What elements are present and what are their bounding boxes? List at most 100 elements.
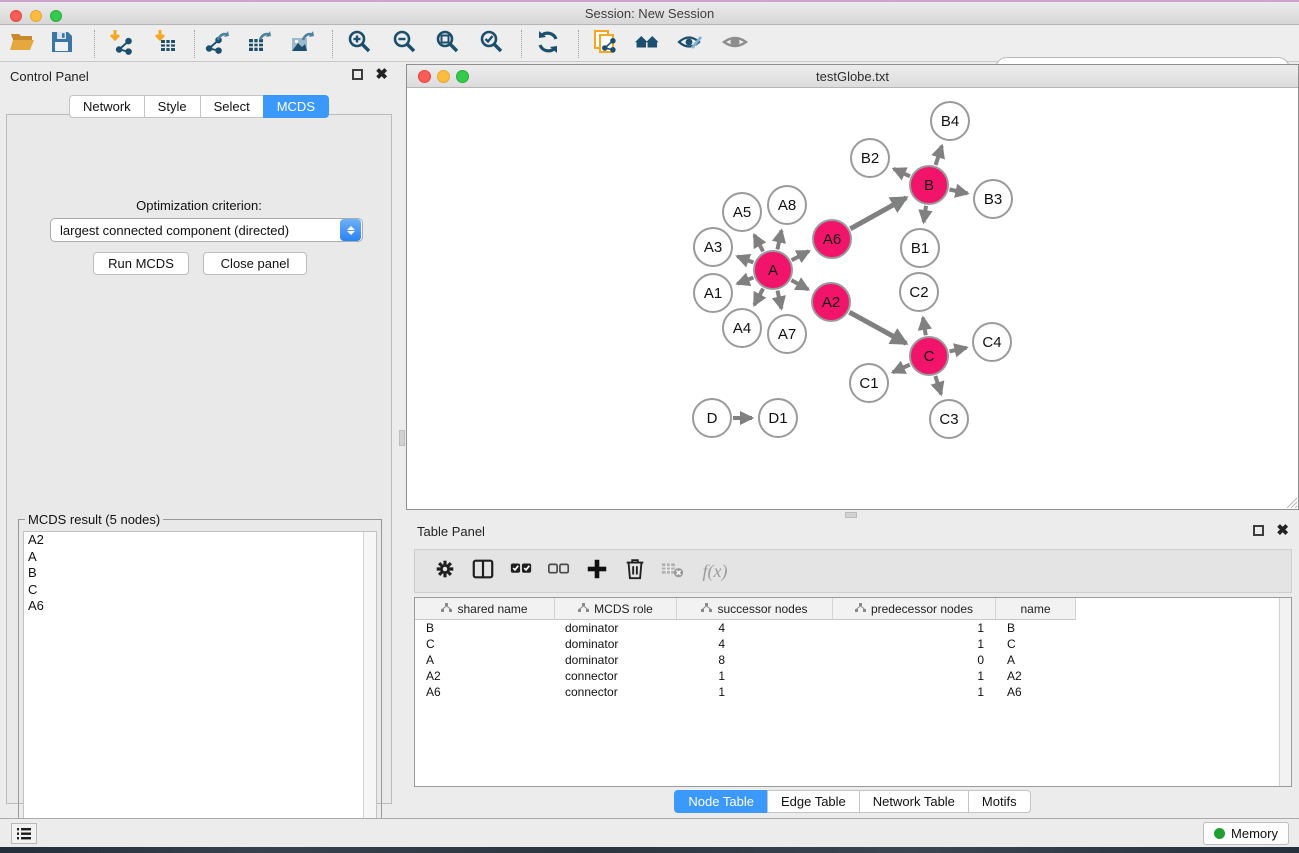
task-history-button[interactable] <box>11 823 37 844</box>
run-mcds-button[interactable]: Run MCDS <box>93 252 189 275</box>
close-panel-icon[interactable]: ✖ <box>375 69 388 80</box>
table-row[interactable]: Adominator80A <box>415 652 1291 668</box>
edge-A2-C[interactable] <box>849 312 906 343</box>
edge-C-C1[interactable] <box>893 365 910 373</box>
close-window-button[interactable] <box>10 10 22 22</box>
edge-B-B2[interactable] <box>894 169 910 176</box>
float-panel-icon[interactable] <box>1253 525 1264 536</box>
close-panel-button[interactable]: Close panel <box>203 252 307 275</box>
tab-select[interactable]: Select <box>200 95 263 118</box>
minimize-window-button[interactable] <box>437 70 450 83</box>
node-B2[interactable]: B2 <box>851 139 889 177</box>
zoom-out-button[interactable] <box>387 29 423 59</box>
export-image-button[interactable] <box>285 29 321 59</box>
close-window-button[interactable] <box>418 70 431 83</box>
node-B3[interactable]: B3 <box>974 180 1012 218</box>
column-header-predecessor-nodes[interactable]: predecessor nodes <box>833 598 996 620</box>
toggle-panels-button[interactable] <box>465 553 501 589</box>
zoom-window-button[interactable] <box>456 70 469 83</box>
table-row[interactable]: A2connector11A2 <box>415 668 1291 684</box>
node-A2[interactable]: A2 <box>812 283 850 321</box>
edge-A-A6[interactable] <box>792 251 809 260</box>
edge-C-C3[interactable] <box>935 376 941 394</box>
first-neighbors-button[interactable] <box>629 29 665 59</box>
refresh-button[interactable] <box>530 29 566 59</box>
delete-columns-button[interactable] <box>617 553 653 589</box>
node-A3[interactable]: A3 <box>694 228 732 266</box>
mcds-result-item[interactable]: A2 <box>24 532 376 549</box>
mcds-result-item[interactable]: C <box>24 582 376 599</box>
add-column-button[interactable] <box>579 553 615 589</box>
tab-network[interactable]: Network <box>69 95 144 118</box>
node-A5[interactable]: A5 <box>723 193 761 231</box>
node-C4[interactable]: C4 <box>973 323 1011 361</box>
edge-C-C2[interactable] <box>923 318 926 336</box>
edge-B-B1[interactable] <box>924 206 926 222</box>
node-B4[interactable]: B4 <box>931 102 969 140</box>
column-header-shared-name[interactable]: shared name <box>415 598 555 620</box>
node-B[interactable]: B <box>910 166 948 204</box>
network-canvas[interactable]: B4B2BB3A5A8A6A3AB1A1A2C2A4A7C4CC1C3DD1 <box>409 89 1296 507</box>
import-network-button[interactable] <box>102 29 138 59</box>
delete-table-button[interactable] <box>655 553 691 589</box>
edge-B-B4[interactable] <box>936 146 942 165</box>
node-A1[interactable]: A1 <box>694 274 732 312</box>
new-network-from-selection-button[interactable] <box>587 29 623 59</box>
mcds-result-item[interactable]: A6 <box>24 598 376 615</box>
edge-B-B3[interactable] <box>950 189 968 193</box>
edge-A-A7[interactable] <box>777 291 781 309</box>
export-table-button[interactable] <box>242 29 278 59</box>
edge-A-A5[interactable] <box>754 235 763 252</box>
node-A[interactable]: A <box>754 251 792 289</box>
tab-node-table[interactable]: Node Table <box>674 790 767 813</box>
window-resize-grip[interactable] <box>1284 495 1297 508</box>
edge-A-A4[interactable] <box>754 289 763 306</box>
table-row[interactable]: Bdominator41B <box>415 620 1291 636</box>
zoom-selected-button[interactable] <box>474 29 510 59</box>
memory-button[interactable]: Memory <box>1203 822 1289 845</box>
tab-mcds[interactable]: MCDS <box>263 95 329 118</box>
tab-style[interactable]: Style <box>144 95 200 118</box>
mcds-list-scrollbar[interactable] <box>363 532 376 851</box>
save-session-button[interactable] <box>44 29 80 59</box>
vertical-splitter-handle[interactable] <box>399 430 405 446</box>
node-A4[interactable]: A4 <box>723 309 761 347</box>
column-header-name[interactable]: name <box>996 598 1076 620</box>
table-scrollbar[interactable] <box>1279 598 1291 786</box>
tab-motifs[interactable]: Motifs <box>968 790 1031 813</box>
edge-A-A1[interactable] <box>737 278 753 284</box>
node-C1[interactable]: C1 <box>850 364 888 402</box>
node-C[interactable]: C <box>910 337 948 375</box>
show-all-button[interactable] <box>717 29 753 59</box>
node-C3[interactable]: C3 <box>930 400 968 438</box>
hide-selection-button[interactable] <box>672 29 708 59</box>
column-header-successor-nodes[interactable]: successor nodes <box>677 598 833 620</box>
edge-A-A3[interactable] <box>737 256 753 262</box>
mcds-result-item[interactable]: A <box>24 549 376 566</box>
node-C2[interactable]: C2 <box>900 273 938 311</box>
table-settings-button[interactable] <box>427 553 463 589</box>
column-header-MCDS-role[interactable]: MCDS role <box>555 598 677 620</box>
edge-C-C4[interactable] <box>949 348 966 352</box>
deselect-all-button[interactable] <box>541 553 577 589</box>
close-panel-icon[interactable]: ✖ <box>1276 525 1289 536</box>
edge-A-A2[interactable] <box>791 280 808 289</box>
edge-A-A8[interactable] <box>777 230 781 249</box>
float-panel-icon[interactable] <box>352 69 363 80</box>
node-A7[interactable]: A7 <box>768 315 806 353</box>
node-A6[interactable]: A6 <box>813 220 851 258</box>
network-graph[interactable]: B4B2BB3A5A8A6A3AB1A1A2C2A4A7C4CC1C3DD1 <box>409 89 1296 507</box>
table-row[interactable]: Cdominator41C <box>415 636 1291 652</box>
node-D[interactable]: D <box>693 399 731 437</box>
select-all-button[interactable] <box>503 553 539 589</box>
minimize-window-button[interactable] <box>30 10 42 22</box>
node-table[interactable]: shared nameMCDS rolesuccessor nodesprede… <box>414 597 1292 787</box>
optimization-criterion-dropdown[interactable]: largest connected component (directed) <box>50 218 363 242</box>
zoom-fit-button[interactable] <box>430 29 466 59</box>
zoom-window-button[interactable] <box>50 10 62 22</box>
network-window-titlebar[interactable]: testGlobe.txt <box>407 65 1298 88</box>
open-file-button[interactable] <box>4 29 40 59</box>
node-A8[interactable]: A8 <box>768 186 806 224</box>
mcds-result-list[interactable]: A2ABCA6 <box>23 531 377 852</box>
node-D1[interactable]: D1 <box>759 399 797 437</box>
